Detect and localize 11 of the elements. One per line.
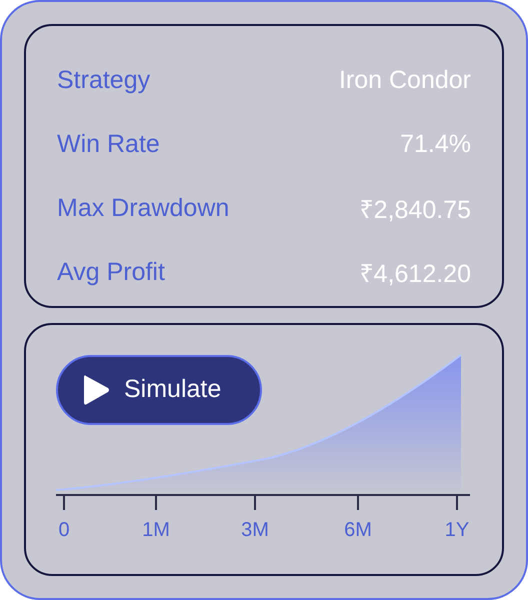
axis-label: 3M — [241, 518, 269, 541]
stat-label: Strategy — [57, 66, 150, 94]
stat-label: Win Rate — [57, 130, 160, 158]
axis-label: 6M — [344, 518, 372, 541]
axis-label: 0 — [58, 518, 70, 541]
axis-label: 1Y — [444, 518, 470, 541]
simulate-button[interactable]: Simulate — [56, 354, 262, 425]
play-icon — [82, 372, 110, 407]
axis-label: 1M — [142, 518, 170, 541]
stat-label: Max Drawdown — [57, 194, 230, 222]
stat-label: Avg Profit — [57, 258, 165, 286]
